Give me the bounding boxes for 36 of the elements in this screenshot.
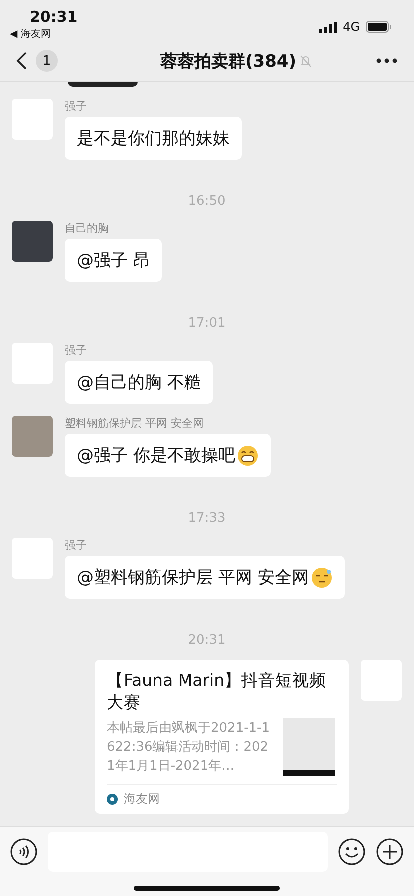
message-bubble: @自己的胸 不糙 xyxy=(65,361,214,404)
grin-emoji-icon xyxy=(237,444,260,467)
link-description: 本帖最后由飒枫于2021-1-1622:36编辑活动时间：2021年1月1日-2021年… xyxy=(107,720,272,776)
timestamp: 20:31 xyxy=(188,633,226,648)
signal-icon xyxy=(319,22,338,32)
status-time: 20:31 xyxy=(29,8,78,26)
qr-code-thumbnail xyxy=(283,718,335,776)
timestamp: 16:50 xyxy=(188,194,226,210)
battery-icon xyxy=(366,21,392,33)
link-source: 海友网 xyxy=(124,791,160,808)
back-icon[interactable] xyxy=(16,51,28,72)
site-logo-icon xyxy=(107,794,118,806)
avatar[interactable] xyxy=(12,221,53,262)
message-bubble: @强子 昂 xyxy=(65,239,162,282)
network-type: 4G xyxy=(343,20,360,34)
sender-name: 强子 xyxy=(65,343,87,358)
back-to-app-link[interactable]: ◀ 海友网 xyxy=(10,27,78,41)
image-placeholder xyxy=(68,82,138,88)
timestamp: 17:33 xyxy=(188,511,226,526)
sender-name: 强子 xyxy=(65,99,87,114)
timestamp: 17:01 xyxy=(188,316,226,332)
voice-icon[interactable] xyxy=(10,838,38,866)
message-bubble: @强子 你是不敢操吧 xyxy=(65,434,272,478)
link-title: 【Fauna Marin】抖音短视频大赛 xyxy=(107,670,328,714)
message-bubble: @塑料钢筋保护层 平网 安全网 xyxy=(65,556,345,600)
unread-count-badge: 1 xyxy=(36,50,58,72)
more-icon[interactable] xyxy=(376,58,398,64)
sleepy-emoji-icon xyxy=(310,566,333,589)
plus-icon[interactable] xyxy=(376,838,404,866)
emoji-icon[interactable] xyxy=(338,838,366,866)
link-card[interactable]: 【Fauna Marin】抖音短视频大赛 本帖最后由飒枫于2021-1-1622:36编辑活动时间：2021年1月1日-2021年… 海友网 xyxy=(95,660,349,814)
chat-title: 蓉蓉拍卖群(384) xyxy=(160,50,297,73)
sender-name: 强子 xyxy=(65,538,87,554)
sender-name: 塑料钢筋保护层 平网 安全网 xyxy=(65,416,204,432)
sender-name: 自己的胸 xyxy=(65,221,109,236)
message-bubble: 是不是你们那的妹妹 xyxy=(65,117,242,160)
